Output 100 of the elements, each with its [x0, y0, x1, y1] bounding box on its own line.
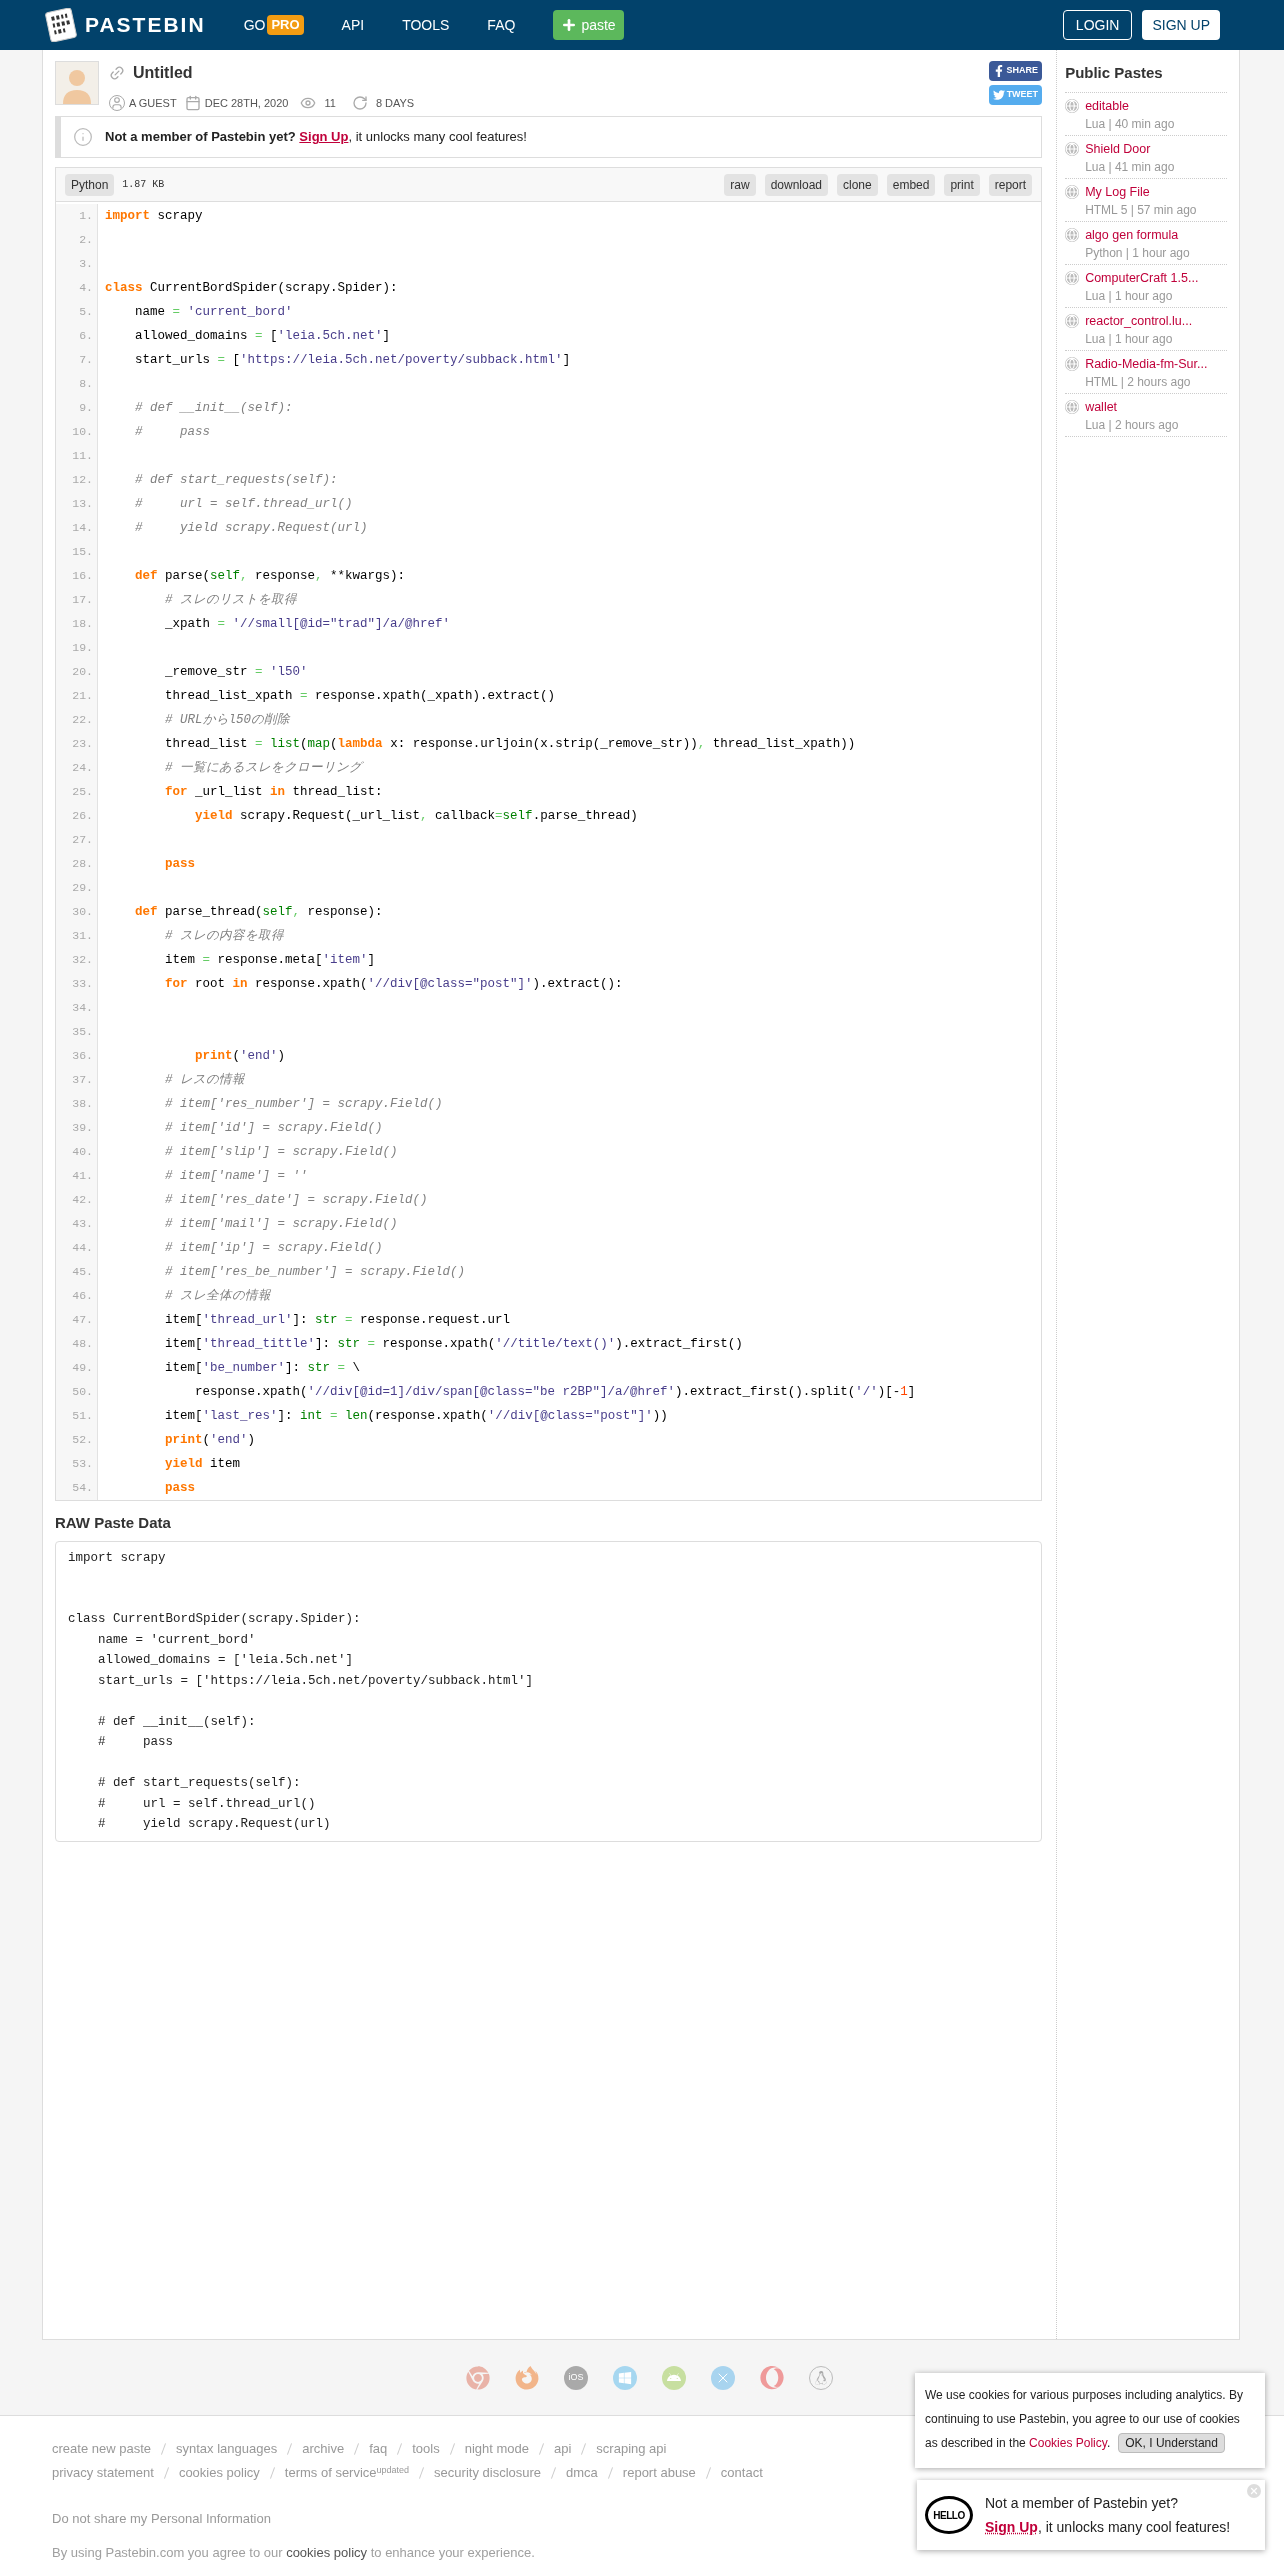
line-number: 28. — [72, 856, 93, 873]
sidebar-item[interactable]: Shield Door Lua | 41 min ago — [1065, 135, 1227, 179]
close-icon[interactable] — [1247, 2484, 1261, 2498]
code-line: # 一覧にあるスレをクローリング — [164, 759, 362, 777]
line-number: 46. — [72, 1288, 93, 1305]
sidebar-heading: Public Pastes — [1065, 62, 1227, 93]
nav-link[interactable]: GO PRO — [243, 14, 304, 36]
code-line: print('end') — [194, 1047, 286, 1065]
share-button[interactable]: SHARE — [988, 61, 1043, 81]
toolbar-button[interactable]: raw — [724, 173, 756, 196]
logo-text[interactable]: PASTEBIN — [85, 9, 206, 41]
code-line: pass — [164, 1479, 195, 1497]
signup-popup-text: Not a member of Pastebin yet? Sign Up, it unlocks many cool features! — [985, 2494, 1232, 2537]
paste-link[interactable]: Radio-Media-fm-Sur... — [1085, 354, 1208, 374]
toolbar-button[interactable]: clone — [837, 173, 878, 196]
cookies-policy-link[interactable]: cookies policy — [286, 2544, 368, 2560]
code-line: def parse(self, response, **kwargs): — [134, 567, 406, 585]
line-number: 1. — [79, 208, 93, 225]
code-line: for _url_list in thread_list: — [164, 783, 383, 801]
accept-button[interactable]: OK, I Understand — [1118, 2433, 1225, 2453]
code-line: # yield scrapy.Request(url) — [134, 519, 368, 537]
line-number: 13. — [72, 496, 93, 513]
sidebar-item[interactable]: algo gen formula Python | 1 hour ago — [1065, 221, 1227, 265]
paste-meta: Lua | 1 hour ago — [1085, 331, 1174, 349]
cookies-policy-link[interactable]: Cookies Policy — [1029, 2436, 1107, 2450]
line-number: 14. — [72, 520, 93, 537]
nav-link[interactable]: TOOLS — [402, 14, 450, 36]
firefox-icon[interactable] — [515, 2365, 539, 2390]
views-count: 11 — [324, 96, 336, 111]
code-line: _remove_str = 'l50' — [164, 663, 308, 681]
line-number: 4. — [79, 280, 93, 297]
line-number: 52. — [72, 1432, 93, 1449]
paste-link[interactable]: ComputerCraft 1.5... — [1085, 268, 1199, 288]
line-number: 20. — [72, 664, 93, 681]
bird-icon — [992, 89, 1005, 101]
code-line: # item['res_number'] = scrapy.Field() — [164, 1095, 443, 1113]
sidebar-item[interactable]: My Log File HTML 5 | 57 min ago — [1065, 178, 1227, 222]
sidebar-item[interactable]: editable Lua | 40 min ago — [1065, 92, 1227, 136]
line-number: 5. — [79, 304, 93, 321]
toolbar-button[interactable]: embed — [886, 173, 936, 196]
line-number: 38. — [72, 1096, 93, 1113]
date-label: DEC 28TH, 2020 — [204, 96, 289, 111]
notice-text: Not a member of Pastebin yet? Sign Up, it unlocks many cool features! — [105, 128, 527, 147]
pro-badge: PRO — [267, 15, 304, 35]
login-button[interactable]: LOGIN — [1062, 10, 1133, 40]
line-number: 30. — [72, 904, 93, 921]
line-number: 31. — [72, 928, 93, 945]
toolbar-button[interactable]: download — [764, 173, 829, 196]
nav-link[interactable]: API — [341, 14, 365, 36]
opera-icon[interactable] — [760, 2365, 784, 2390]
section-heading: RAW Paste Data — [55, 1513, 172, 1533]
globe-icon — [1065, 399, 1080, 414]
raw-text-area[interactable] — [55, 1540, 1043, 1842]
paste-link[interactable]: My Log File — [1085, 182, 1197, 202]
line-number: 15. — [72, 544, 93, 561]
code-line: item['last_res']: int = len(response.xpath('//div[@class="post"]')) — [164, 1407, 668, 1425]
language-tag[interactable]: Python — [65, 173, 115, 196]
paste-link[interactable]: wallet — [1085, 397, 1179, 417]
size-label: 1.87 KB — [122, 178, 165, 192]
sidebar-item[interactable]: Radio-Media-fm-Sur... HTML | 2 hours ago — [1065, 350, 1227, 394]
line-number: 43. — [72, 1216, 93, 1233]
line-number: 7. — [79, 352, 93, 369]
code-line: name = 'current_bord' — [134, 303, 293, 321]
sidebar-item[interactable]: reactor_control.lu... Lua | 1 hour ago — [1065, 307, 1227, 351]
paste-meta: Lua | 2 hours ago — [1085, 417, 1179, 435]
code-line: # item['ip'] = scrapy.Field() — [164, 1239, 383, 1257]
line-number: 41. — [72, 1168, 93, 1185]
android-icon[interactable] — [662, 2365, 686, 2390]
line-number: 33. — [72, 976, 93, 993]
signup-link[interactable]: Sign Up — [985, 2519, 1038, 2535]
paste-link[interactable]: Shield Door — [1085, 139, 1175, 159]
line-number: 34. — [72, 1000, 93, 1017]
line-number: 47. — [72, 1312, 93, 1329]
paste-link[interactable]: reactor_control.lu... — [1085, 311, 1193, 331]
code-line: import scrapy — [105, 207, 203, 225]
sidebar-item[interactable]: ComputerCraft 1.5... Lua | 1 hour ago — [1065, 264, 1227, 308]
globe-icon — [1065, 184, 1080, 199]
line-number: 12. — [72, 472, 93, 489]
line-number: 29. — [72, 880, 93, 897]
code-line: response.xpath('//div[@id=1]/div/span[@class="be r2BP"]/a/@href').extract_first().split('/')[-1] — [194, 1383, 916, 1401]
consent-text: By using Pastebin.com you agree to our cookies policy to enhance your experience. — [52, 2543, 536, 2562]
sidebar-item[interactable]: wallet Lua | 2 hours ago — [1065, 393, 1227, 437]
line-number: 18. — [72, 616, 93, 633]
paste-link[interactable]: editable — [1085, 96, 1175, 116]
chrome-icon[interactable] — [466, 2365, 490, 2390]
signup-button[interactable]: SIGN UP — [1142, 10, 1220, 40]
code-line: pass — [164, 855, 195, 873]
x-icon[interactable] — [711, 2365, 735, 2390]
toolbar-button[interactable]: report — [988, 173, 1033, 196]
line-number: 6. — [79, 328, 93, 345]
line-number: 50. — [72, 1384, 93, 1401]
line-number: 45. — [72, 1264, 93, 1281]
paste-link[interactable]: algo gen formula — [1085, 225, 1190, 245]
toolbar-button[interactable]: print — [944, 173, 980, 196]
line-number: 37. — [72, 1072, 93, 1089]
line-number: 27. — [72, 832, 93, 849]
windows-icon[interactable] — [613, 2365, 637, 2390]
line-number: 40. — [72, 1144, 93, 1161]
line-number: 16. — [72, 568, 93, 585]
nav-link[interactable]: FAQ — [487, 14, 516, 36]
